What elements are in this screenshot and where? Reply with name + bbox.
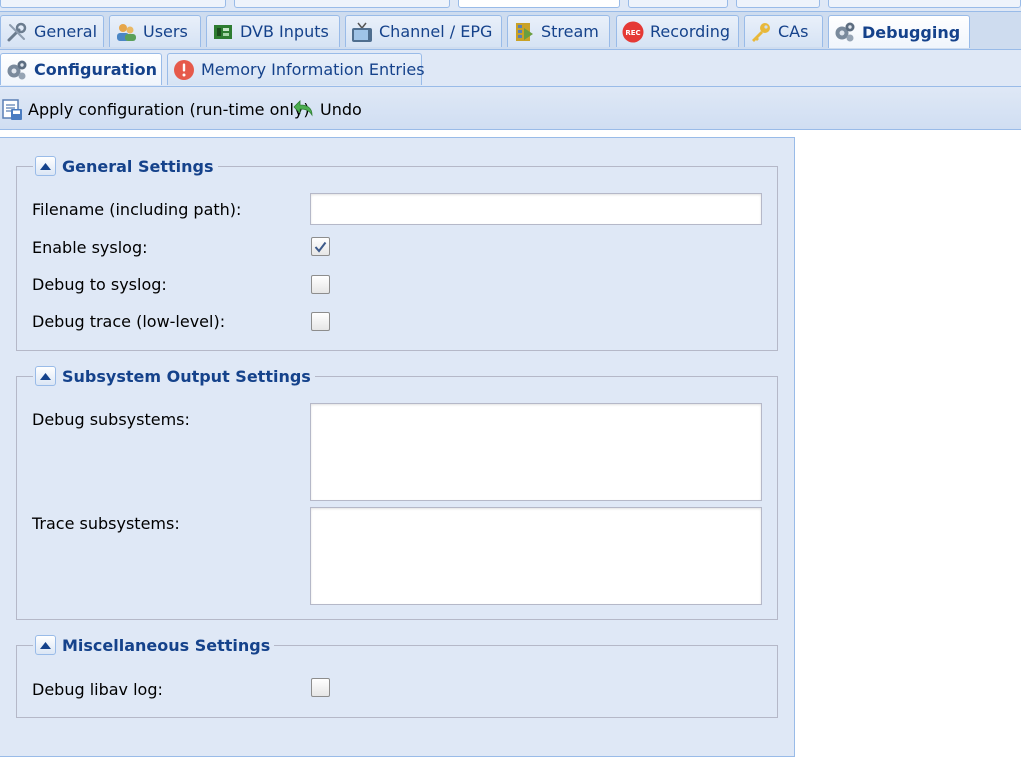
rec-icon: REC	[621, 20, 645, 44]
gears-icon	[5, 58, 29, 82]
tab-label: Channel / EPG	[379, 22, 493, 41]
miscellaneous-settings-title: Miscellaneous Settings	[62, 635, 271, 655]
collapse-subsystem-settings-button[interactable]	[35, 366, 56, 386]
sub-tab-bar: Configuration Memory Information Entries	[0, 50, 1021, 87]
tab-debugging[interactable]: Debugging	[828, 15, 970, 48]
subsystem-output-settings-section: Subsystem Output Settings Debug subsyste…	[16, 365, 778, 620]
tab-label: CAs	[778, 22, 809, 41]
tab-dvb-inputs[interactable]: DVB Inputs	[206, 15, 340, 47]
undo-icon	[292, 97, 316, 121]
tab-users[interactable]: Users	[109, 15, 201, 47]
tab-label: Configuration	[34, 60, 158, 79]
tab-label: Memory Information Entries	[201, 60, 425, 79]
wrench-icon	[5, 20, 29, 44]
tab-memory-information-entries[interactable]: Memory Information Entries	[167, 53, 425, 85]
tab-cas[interactable]: CAs	[744, 15, 823, 47]
debugging-configuration-form: General Settings Filename (including pat…	[0, 137, 795, 757]
main-tab-bar: General Users DVB Inputs Channel / EPG S…	[0, 12, 1021, 50]
outer-tab-strip	[0, 0, 1021, 12]
warning-icon	[172, 58, 196, 82]
svg-text:REC: REC	[625, 29, 640, 37]
debug-libav-log-label: Debug libav log:	[32, 680, 163, 699]
tab-label: General	[34, 22, 98, 41]
outer-tab[interactable]	[628, 0, 728, 8]
key-icon	[749, 20, 773, 44]
general-settings-section: General Settings Filename (including pat…	[16, 155, 778, 351]
subsystem-output-settings-legend: Subsystem Output Settings	[33, 365, 315, 387]
trace-subsystems-label: Trace subsystems:	[32, 514, 180, 533]
debug-trace-checkbox[interactable]	[311, 312, 330, 331]
apply-configuration-button[interactable]: Apply configuration (run-time only)	[0, 96, 310, 122]
tab-label: Stream	[541, 22, 599, 41]
collapse-miscellaneous-settings-button[interactable]	[35, 635, 56, 655]
chevron-up-icon	[40, 372, 51, 380]
enable-syslog-label: Enable syslog:	[32, 238, 148, 257]
debug-to-syslog-label: Debug to syslog:	[32, 275, 167, 294]
debug-trace-label: Debug trace (low-level):	[32, 312, 226, 331]
tab-channel-epg[interactable]: Channel / EPG	[345, 15, 502, 47]
tab-configuration[interactable]: Configuration	[0, 53, 162, 85]
checkmark-icon	[314, 241, 327, 253]
tv-icon	[350, 20, 374, 44]
filename-field[interactable]	[310, 193, 762, 225]
apply-configuration-label: Apply configuration (run-time only)	[28, 99, 310, 119]
tab-stream[interactable]: Stream	[507, 15, 610, 47]
outer-tab[interactable]	[736, 0, 820, 8]
outer-tab[interactable]	[234, 0, 450, 8]
trace-subsystems-field[interactable]	[310, 507, 762, 605]
miscellaneous-settings-legend: Miscellaneous Settings	[33, 634, 275, 656]
outer-tab-active[interactable]	[458, 0, 620, 8]
toolbar: Apply configuration (run-time only) Undo	[0, 87, 1021, 130]
tab-label: Users	[143, 22, 188, 41]
enable-syslog-checkbox[interactable]	[311, 237, 330, 256]
stream-icon	[512, 20, 536, 44]
tab-label: Recording	[650, 22, 731, 41]
filename-label: Filename (including path):	[32, 200, 242, 219]
debug-subsystems-label: Debug subsystems:	[32, 410, 190, 429]
outer-tab[interactable]	[828, 0, 1021, 8]
outer-tab[interactable]	[0, 0, 226, 8]
general-settings-title: General Settings	[62, 156, 214, 176]
tab-label: Debugging	[862, 22, 961, 42]
tab-recording[interactable]: REC Recording	[616, 15, 739, 47]
debug-subsystems-field[interactable]	[310, 403, 762, 501]
subsystem-output-settings-title: Subsystem Output Settings	[62, 366, 311, 386]
users-icon	[114, 20, 138, 44]
miscellaneous-settings-section: Miscellaneous Settings Debug libav log:	[16, 634, 778, 718]
undo-button[interactable]: Undo	[292, 96, 362, 122]
general-settings-legend: General Settings	[33, 155, 218, 177]
debug-to-syslog-checkbox[interactable]	[311, 275, 330, 294]
dvb-card-icon	[211, 20, 235, 44]
chevron-up-icon	[40, 162, 51, 170]
collapse-general-settings-button[interactable]	[35, 156, 56, 176]
tab-general[interactable]: General	[0, 15, 104, 47]
tab-label: DVB Inputs	[240, 22, 329, 41]
undo-label: Undo	[320, 99, 362, 119]
chevron-up-icon	[40, 641, 51, 649]
debug-libav-log-checkbox[interactable]	[311, 678, 330, 697]
gears-icon	[833, 20, 857, 44]
apply-icon	[0, 97, 24, 121]
